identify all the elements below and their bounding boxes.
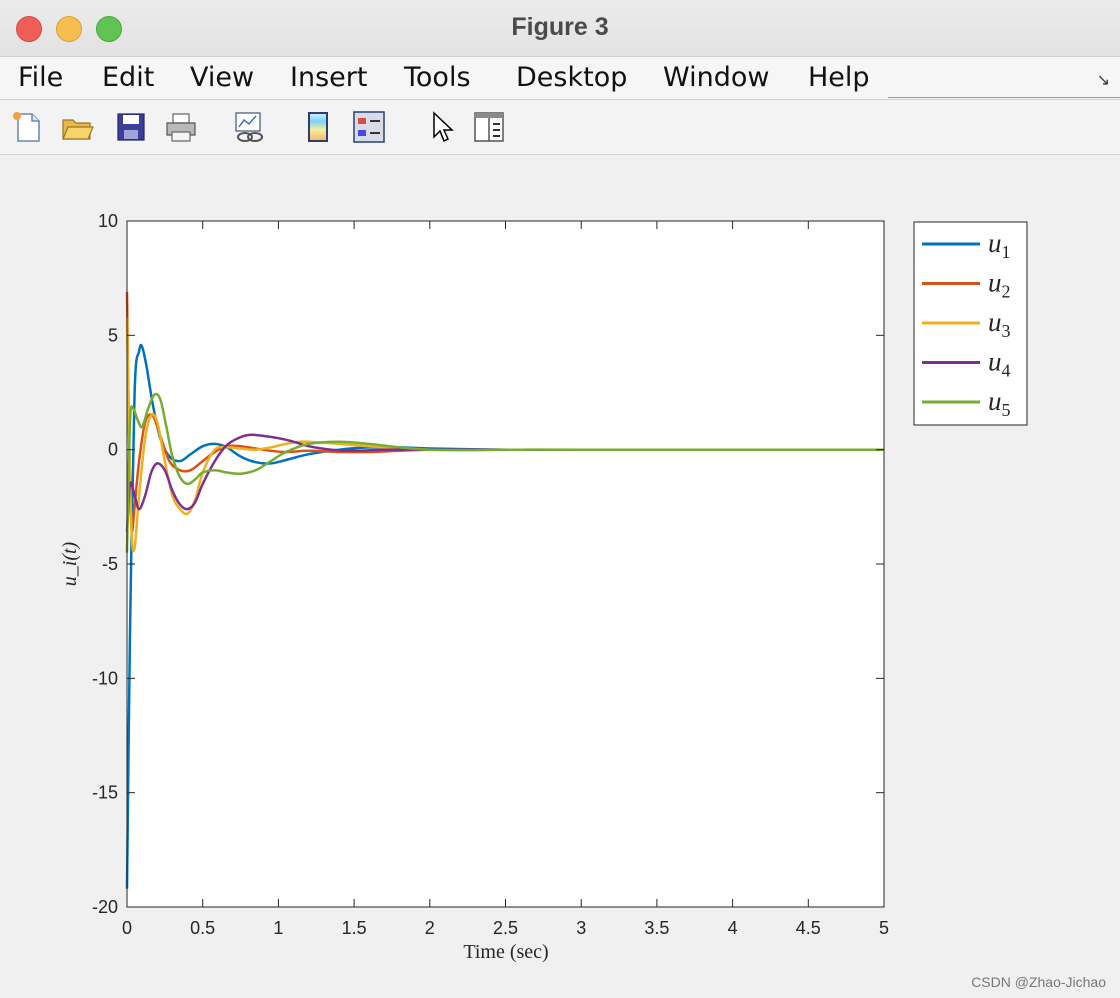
y-tick-label: 0 <box>108 440 118 460</box>
y-tick-label: 5 <box>108 325 118 345</box>
x-tick-label: 5 <box>879 918 889 938</box>
x-tick-label: 3.5 <box>644 918 669 938</box>
x-axis-label: Time (sec) <box>463 941 548 963</box>
y-axis-label: u_i(t) <box>59 541 81 586</box>
x-tick-label: 3 <box>576 918 586 938</box>
x-tick-label: 0.5 <box>190 918 215 938</box>
y-tick-label: -5 <box>102 554 118 574</box>
x-tick-label: 1.5 <box>342 918 367 938</box>
x-tick-label: 2 <box>425 918 435 938</box>
x-tick-label: 2.5 <box>493 918 518 938</box>
x-tick-label: 4.5 <box>796 918 821 938</box>
y-tick-label: -20 <box>92 897 118 917</box>
axes-background <box>127 221 884 907</box>
x-tick-label: 0 <box>122 918 132 938</box>
y-tick-label: -15 <box>92 783 118 803</box>
y-tick-label: 10 <box>98 211 118 231</box>
watermark: CSDN @Zhao-Jichao <box>971 974 1106 990</box>
x-tick-label: 1 <box>273 918 283 938</box>
x-tick-label: 4 <box>728 918 738 938</box>
legend[interactable]: u1u2u3u4u5 <box>913 221 1028 426</box>
y-tick-label: -10 <box>92 668 118 688</box>
line-chart[interactable]: 0 0.5 1 1.5 2 2.5 3 3.5 4 4.5 5 10 5 0 -5 -10 -15 -20 Tim… <box>0 0 1120 998</box>
